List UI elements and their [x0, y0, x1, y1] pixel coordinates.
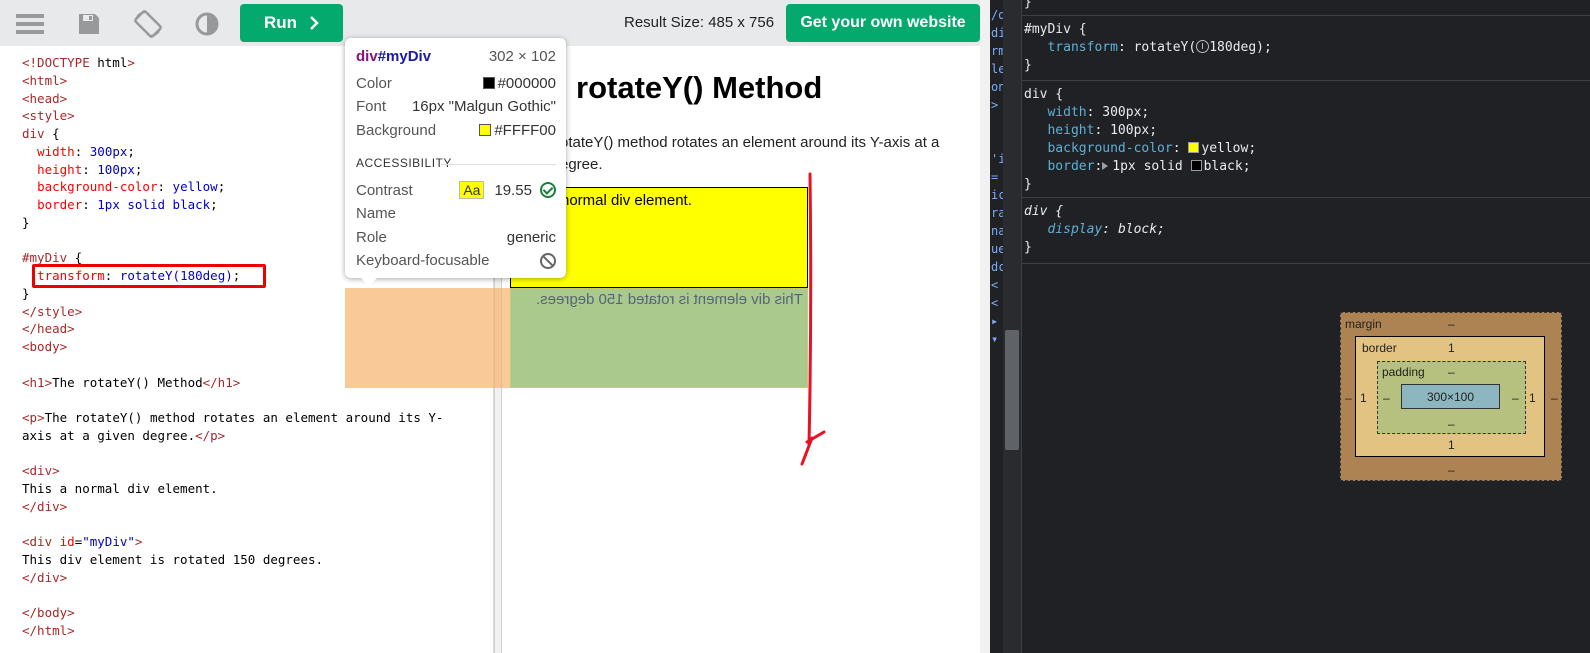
- yellow-swatch[interactable]: [1188, 142, 1200, 153]
- tooltip-color-label: Color: [356, 75, 392, 92]
- tooltip-font-label: Font: [356, 98, 387, 115]
- rule-previous-end: }: [1024, 0, 1032, 10]
- theme-contrast-icon[interactable]: [191, 8, 223, 40]
- box-model-content[interactable]: 300×100: [1401, 384, 1500, 409]
- result-scrollbar[interactable]: [980, 0, 990, 653]
- border-right-value: 1: [1529, 391, 1536, 405]
- padding-label: padding: [1382, 365, 1425, 379]
- y-axis-arrow-annotation: [800, 172, 826, 466]
- run-button[interactable]: Run: [240, 4, 343, 42]
- result-size-label: Result Size: 485 x 756: [624, 14, 775, 31]
- tooltip-size: 302 × 102: [488, 48, 556, 65]
- chevron-right-icon: [310, 16, 319, 30]
- tooltip-name-label: Name: [356, 205, 397, 222]
- devtools-scrollbar-thumb[interactable]: [1005, 330, 1019, 450]
- margin-highlight-overlay: [345, 288, 510, 388]
- run-button-label: Run: [263, 13, 298, 32]
- margin-bottom-value: –: [1448, 463, 1455, 477]
- margin-left-value: –: [1345, 391, 1352, 405]
- devtools-elements-strip: /d div rm le on > 'i = ic ra na ue dc < …: [990, 0, 1003, 653]
- rotate-layout-icon[interactable]: [132, 8, 164, 40]
- tooltip-selector: div#myDiv: [356, 48, 432, 65]
- angle-picker-icon[interactable]: [1196, 40, 1210, 53]
- border-top-value: 1: [1448, 341, 1455, 355]
- menu-icon[interactable]: [14, 8, 46, 40]
- expand-triangle-icon[interactable]: [1102, 162, 1109, 170]
- devtools-scrollbar-track: [1003, 0, 1021, 653]
- style-rule-mydiv[interactable]: #myDiv { transform: rotateY(180deg); }: [1024, 21, 1590, 75]
- result-paragraph: otateY() method rotates an element aroun…: [560, 134, 940, 173]
- tooltip-font-value: 16px "Malgun Gothic": [411, 98, 556, 115]
- tooltip-keyboard-label: Keyboard-focusable: [356, 252, 490, 269]
- padding-top-value: –: [1448, 365, 1455, 379]
- tooltip-contrast-value: Aa 19.55: [459, 181, 556, 199]
- tooltip-color-value: #000000: [482, 75, 556, 92]
- rule-separator: [1022, 263, 1590, 264]
- style-rule-useragent-div: div { display: block; }: [1024, 204, 1165, 255]
- check-circle-icon: [540, 182, 556, 198]
- border-bottom-value: 1: [1448, 438, 1455, 452]
- margin-right-value: –: [1551, 391, 1558, 405]
- rule-separator: [1022, 80, 1590, 81]
- rule-separator: [1022, 15, 1590, 16]
- normal-div-text: normal div element.: [561, 192, 692, 209]
- border-left-value: 1: [1360, 391, 1367, 405]
- padding-right-value: –: [1512, 391, 1519, 405]
- style-rule-div[interactable]: div { width: 300px; height: 100px; backg…: [1024, 86, 1590, 194]
- background-swatch: [479, 124, 492, 136]
- get-your-own-website-button[interactable]: Get your own website: [786, 4, 980, 42]
- tooltip-background-label: Background: [356, 122, 437, 139]
- tooltip-accessibility-heading: ACCESSIBILITY: [356, 156, 452, 170]
- content-size: 300×100: [1426, 389, 1475, 404]
- contrast-aa-badge: Aa: [459, 181, 485, 199]
- inspect-tooltip: div#myDiv 302 × 102 Color #000000 Font 1…: [345, 38, 566, 286]
- margin-label: margin: [1345, 317, 1382, 331]
- result-heading: rotateY() Method: [576, 70, 823, 105]
- color-swatch: [482, 77, 495, 89]
- rotated-div-highlight: This div element is rotated 150 degrees.: [510, 288, 808, 388]
- tooltip-divider: [441, 164, 556, 165]
- margin-top-value: –: [1448, 317, 1455, 331]
- tooltip-contrast-label: Contrast: [356, 181, 413, 199]
- black-swatch[interactable]: [1190, 160, 1202, 171]
- save-icon[interactable]: [73, 8, 105, 40]
- rotated-div-text: This div element is rotated 150 degrees.: [536, 291, 803, 308]
- tooltip-background-value: #FFFF00: [479, 122, 556, 139]
- tooltip-role-value: generic: [506, 229, 556, 246]
- padding-left-value: –: [1383, 391, 1390, 405]
- tooltip-role-label: Role: [356, 229, 387, 246]
- border-label: border: [1362, 341, 1397, 355]
- highlight-annotation-box: [32, 264, 266, 288]
- padding-bottom-value: –: [1448, 417, 1455, 431]
- not-focusable-icon: [540, 252, 556, 269]
- rule-separator: [1022, 197, 1590, 198]
